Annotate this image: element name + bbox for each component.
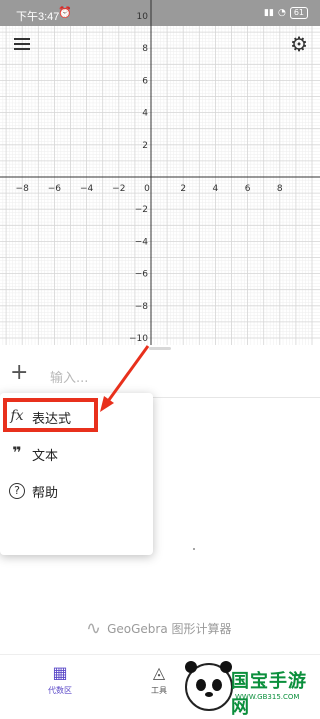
menu-item-text[interactable]: ❞ 文本: [0, 436, 153, 472]
quote-icon: ❞: [12, 443, 22, 462]
tab-tools[interactable]: ◬ 工具: [129, 663, 189, 696]
wifi-icon: ◔: [277, 8, 286, 18]
graph-view[interactable]: −8 −6 −4 −2 0 2 4 6 8108642−2−4−6−8−10: [0, 0, 320, 345]
status-bar: 下午3:47 ⏰ ▮▮ ◔ 61: [0, 0, 320, 28]
menu-icon[interactable]: [14, 38, 30, 52]
status-icons: ▮▮ ◔ 61: [264, 7, 308, 19]
y-tick-label: −8: [135, 302, 149, 312]
y-tick-label: −6: [135, 270, 149, 280]
algebra-input[interactable]: 输入...: [50, 367, 88, 386]
x-tick-label: 6: [245, 184, 251, 194]
dot: [193, 548, 195, 550]
x-tick-label: 4: [213, 184, 219, 194]
menu-item-label: 帮助: [32, 486, 59, 501]
x-tick-label: 8: [277, 184, 283, 194]
tools-icon: ◬: [152, 663, 166, 682]
geogebra-logo-icon: ∿: [86, 618, 102, 639]
menu-item-label: 文本: [32, 449, 59, 464]
x-tick-label: 0: [144, 184, 150, 194]
watermark-sub: WWW.GB315.COM: [235, 693, 300, 701]
alarm-icon: ⏰: [58, 6, 72, 19]
y-tick-label: 4: [142, 109, 148, 119]
highlight-box: [3, 398, 98, 432]
add-icon[interactable]: +: [10, 362, 28, 384]
tab-label: 工具: [151, 686, 167, 695]
x-tick-label: 2: [180, 184, 186, 194]
watermark: 国宝手游网 WWW.GB315.COM: [185, 659, 320, 718]
branding-text: GeoGebra 图形计算器: [107, 622, 232, 636]
gear-icon[interactable]: ⚙: [290, 34, 308, 54]
battery-icon: 61: [289, 7, 308, 19]
tab-algebra[interactable]: ▦ 代数区: [30, 663, 90, 696]
y-tick-label: −4: [135, 237, 149, 247]
calculator-icon: ▦: [52, 663, 68, 682]
x-tick-label: −2: [112, 184, 125, 194]
x-tick-label: −4: [80, 184, 94, 194]
annotation-arrow: [100, 345, 150, 412]
branding: ∿ GeoGebra 图形计算器: [86, 618, 232, 639]
x-tick-label: −6: [48, 184, 62, 194]
y-tick-label: −2: [135, 205, 148, 215]
status-time: 下午3:47: [16, 11, 60, 23]
menu-item-help[interactable]: ? 帮助: [0, 473, 153, 509]
signal-icon: ▮▮: [264, 8, 274, 18]
panda-logo-icon: [185, 661, 233, 711]
y-tick-label: 6: [142, 76, 148, 86]
y-tick-label: 2: [142, 141, 148, 151]
help-icon: ?: [9, 483, 25, 499]
x-tick-label: −8: [16, 184, 30, 194]
y-tick-label: 8: [142, 44, 148, 54]
tab-label: 代数区: [48, 686, 72, 695]
